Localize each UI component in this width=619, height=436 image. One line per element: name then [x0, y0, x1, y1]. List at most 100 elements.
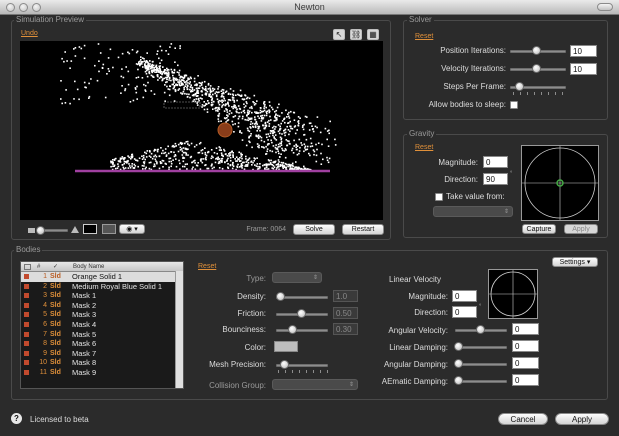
bounciness-input[interactable]: 0.30	[333, 323, 358, 335]
gravity-magnitude-input[interactable]: 0	[483, 156, 508, 168]
particle	[140, 56, 142, 58]
linear-damping-input[interactable]: 0	[512, 340, 539, 352]
color-column-header[interactable]	[24, 264, 31, 270]
position-iterations-input[interactable]: 10	[570, 45, 597, 57]
mesh-precision-slider-knob[interactable]	[280, 360, 289, 369]
particle	[191, 161, 193, 164]
steps-per-frame-label: Steps Per Frame:	[443, 82, 506, 91]
particle	[217, 156, 219, 159]
body-name: Mask 5	[72, 329, 97, 339]
density-slider-knob[interactable]	[276, 292, 285, 301]
list-item[interactable]: 10 Sld Mask 8	[21, 358, 183, 368]
particle	[181, 154, 184, 156]
particle	[94, 64, 96, 67]
color-swatch-button[interactable]	[274, 341, 298, 352]
gravity-direction-input[interactable]: 90	[483, 173, 508, 185]
position-iterations-slider-knob[interactable]	[532, 46, 541, 55]
list-item[interactable]: 2 Sld Medium Royal Blue Solid 1	[21, 282, 183, 292]
linear-velocity-widget[interactable]	[488, 269, 538, 319]
bodies-list-scrollbar[interactable]	[175, 271, 183, 388]
bounciness-slider-knob[interactable]	[288, 325, 297, 334]
velocity-iterations-input[interactable]: 10	[570, 63, 597, 75]
particle	[234, 123, 236, 125]
angular-velocity-slider-knob[interactable]	[476, 325, 485, 334]
allow-sleep-checkbox[interactable]	[510, 101, 518, 109]
gravity-direction-widget[interactable]	[521, 145, 599, 221]
list-item[interactable]: 1 Sld Orange Solid 1	[21, 272, 183, 282]
velocity-iterations-slider-knob[interactable]	[532, 64, 541, 73]
solver-reset-link[interactable]: Reset	[415, 33, 433, 40]
angular-damping-input[interactable]: 0	[512, 357, 539, 369]
background-black-button[interactable]	[83, 224, 97, 234]
particle	[199, 97, 202, 99]
list-item[interactable]: 5 Sld Mask 3	[21, 310, 183, 320]
particle	[246, 111, 249, 114]
particle	[83, 44, 86, 47]
settings-menu-button[interactable]: Settings ▾	[552, 257, 598, 267]
grid-tool-button[interactable]: ▦	[367, 29, 379, 40]
particle	[197, 92, 200, 94]
pin-tool-button[interactable]: ⛓	[350, 29, 362, 40]
angular-damping-slider-knob[interactable]	[454, 359, 463, 368]
solve-button[interactable]: Solve	[293, 224, 335, 235]
name-column-header[interactable]: Body Name	[73, 262, 104, 272]
list-item[interactable]: 3 Sld Mask 1	[21, 291, 183, 301]
particle	[288, 111, 290, 114]
bodies-list[interactable]: # ✓ Body Name 1 Sld Orange Solid 1 2 Sld Medi…	[20, 261, 184, 389]
particle	[154, 66, 157, 68]
aematic-damping-input[interactable]: 0	[512, 374, 539, 386]
list-item[interactable]: 7 Sld Mask 5	[21, 330, 183, 340]
velocity-direction-input[interactable]: 0	[452, 306, 477, 318]
particle	[214, 92, 216, 95]
orange-solid-body[interactable]	[217, 122, 233, 138]
particle	[210, 149, 213, 151]
list-item[interactable]: 8 Sld Mask 6	[21, 339, 183, 349]
zoom-slider-knob[interactable]	[36, 226, 45, 235]
list-item[interactable]: 11 Sld Mask 9	[21, 368, 183, 378]
particle	[226, 117, 228, 119]
bounciness-slider-track[interactable]	[276, 329, 328, 332]
background-gray-button[interactable]	[102, 224, 116, 234]
density-input[interactable]: 1.0	[333, 290, 358, 302]
friction-slider-knob[interactable]	[297, 309, 306, 318]
bodies-reset-link[interactable]: Reset	[198, 263, 216, 270]
linear-damping-slider-knob[interactable]	[454, 342, 463, 351]
particle	[159, 72, 162, 75]
degree-symbol: °	[479, 304, 482, 310]
velocity-magnitude-input[interactable]: 0	[452, 290, 477, 302]
particle	[179, 80, 181, 83]
steps-per-frame-slider-knob[interactable]	[515, 82, 524, 91]
angular-velocity-input[interactable]: 0	[512, 323, 539, 335]
restart-button[interactable]: Restart	[342, 224, 384, 235]
particle	[319, 131, 322, 134]
particle	[159, 162, 162, 165]
particle	[277, 124, 280, 126]
cancel-button[interactable]: Cancel	[498, 413, 548, 425]
simulation-canvas[interactable]	[20, 41, 383, 220]
take-value-checkbox[interactable]	[435, 193, 443, 201]
enabled-column-header[interactable]: ✓	[53, 262, 58, 272]
help-icon[interactable]: ?	[11, 413, 22, 424]
particle	[138, 157, 141, 159]
particle	[127, 70, 130, 73]
list-item[interactable]: 9 Sld Mask 7	[21, 349, 183, 359]
particle	[260, 120, 263, 122]
particle	[128, 52, 131, 55]
particle	[279, 128, 281, 130]
aematic-damping-slider-knob[interactable]	[454, 376, 463, 385]
undo-link[interactable]: Undo	[21, 30, 38, 37]
list-item[interactable]: 6 Sld Mask 4	[21, 320, 183, 330]
capture-button[interactable]: Capture	[522, 224, 556, 234]
particle	[74, 47, 77, 49]
toolbar-toggle-button[interactable]	[597, 3, 613, 11]
select-tool-button[interactable]: ↖	[333, 29, 345, 40]
view-options-button[interactable]: ◉ ▾	[119, 224, 145, 234]
list-item[interactable]: 4 Sld Mask 2	[21, 301, 183, 311]
gravity-reset-link[interactable]: Reset	[415, 144, 433, 151]
apply-button[interactable]: Apply	[555, 413, 609, 425]
zoom-in-icon[interactable]	[71, 226, 79, 233]
friction-input[interactable]: 0.50	[333, 307, 358, 319]
number-column-header[interactable]: #	[37, 262, 40, 272]
type-select: ⇕	[272, 272, 322, 283]
zoom-out-icon[interactable]	[28, 228, 35, 233]
